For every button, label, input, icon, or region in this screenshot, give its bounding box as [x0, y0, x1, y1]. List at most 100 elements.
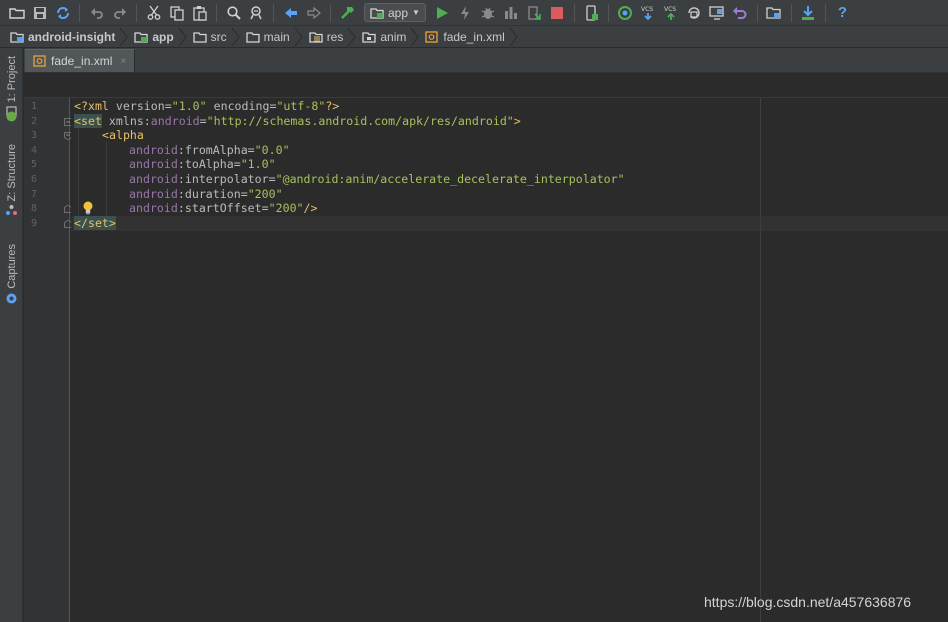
make-project-icon[interactable] [337, 3, 358, 23]
toolbar-separator [330, 3, 331, 22]
code-line-6: android:interpolator="@android:anim/acce… [129, 172, 625, 187]
device-monitor-icon[interactable] [707, 3, 728, 23]
breadcrumb-separator-icon [119, 27, 128, 46]
xml-declaration-close: ?> [325, 99, 340, 113]
xml-namespace: android [129, 172, 178, 186]
folder-icon [193, 31, 207, 43]
replace-icon[interactable] [246, 3, 267, 23]
avd-manager-icon[interactable] [581, 3, 602, 23]
breadcrumb-separator-icon [178, 27, 187, 46]
vcs-update-icon[interactable]: VCS [638, 3, 659, 23]
editor-tab-label: fade_in.xml [51, 54, 113, 68]
xml-value: "@android:anim/accelerate_decelerate_int… [275, 172, 625, 186]
xml-namespace: android [129, 201, 178, 216]
apply-changes-icon[interactable] [455, 3, 476, 23]
stop-icon[interactable] [547, 3, 568, 23]
debug-icon[interactable] [478, 3, 499, 23]
breadcrumb-item-src[interactable]: src [193, 30, 231, 44]
xml-attribute: version= [115, 99, 172, 113]
forward-icon[interactable] [303, 3, 324, 23]
breadcrumb-item-fade-in-xml[interactable]: fade_in.xml [425, 30, 508, 44]
xml-tag-alpha-open: <alpha [102, 128, 144, 143]
xml-self-close: /> [303, 201, 318, 216]
line-number: 5 [30, 159, 37, 171]
code-line-8: android:startOffset="200"/> [129, 201, 318, 216]
xml-namespace: android [129, 157, 178, 172]
copy-icon[interactable] [166, 3, 187, 23]
breadcrumb-label: app [152, 29, 174, 44]
svg-text:VCS: VCS [641, 6, 653, 13]
vcs-history-icon[interactable] [684, 3, 705, 23]
xml-value: "0.0" [254, 142, 290, 157]
editor-tab-fade-in-xml[interactable]: fade_in.xml × [25, 49, 136, 72]
toolbar-separator [607, 3, 609, 22]
save-icon[interactable] [29, 3, 50, 23]
run-icon[interactable] [432, 3, 453, 23]
code-line-7: android:duration="200" [129, 187, 283, 202]
tool-tab-structure[interactable]: Z: Structure [0, 144, 23, 216]
sync-icon[interactable] [52, 3, 73, 23]
xml-equals: = [199, 113, 207, 128]
toolbar-separator [790, 3, 792, 22]
breadcrumb-separator-icon [410, 27, 420, 46]
project-structure-icon[interactable] [764, 3, 785, 23]
code-line-2: <set xmlns:android="http://schemas.andro… [74, 113, 521, 129]
close-icon[interactable]: × [120, 56, 126, 67]
xml-namespace: android [129, 186, 178, 201]
vcs-commit-icon[interactable]: VCS [661, 3, 682, 23]
toolbar-separator [573, 3, 575, 22]
android-droid-icon[interactable] [0, 108, 23, 122]
watermark-url: https://blog.csdn.net/a457636876 [704, 594, 912, 610]
tool-window-strip: 1: Project Z: Structure Captures [0, 48, 23, 622]
breadcrumb-separator-icon [509, 27, 518, 46]
xml-file-icon [425, 30, 439, 43]
toolbar-separator [216, 3, 217, 22]
sync-gradle-icon[interactable] [615, 3, 636, 23]
code-line-1: <?xml version="1.0" encoding="utf-8"?> [74, 99, 339, 114]
help-icon[interactable]: ? [832, 3, 853, 23]
help-glyph: ? [837, 4, 848, 21]
breadcrumb-item-main[interactable]: main [246, 30, 294, 44]
structure-icon [6, 205, 17, 216]
xml-namespace: android [129, 142, 178, 157]
xml-attribute: :fromAlpha= [177, 142, 255, 157]
breadcrumb: android-insight app src main res anim fa… [0, 26, 948, 48]
xml-attribute: xmlns: [101, 113, 151, 128]
tool-tab-captures[interactable]: Captures [0, 244, 23, 304]
undo-icon[interactable] [86, 3, 107, 23]
sdk-manager-icon[interactable] [798, 3, 819, 23]
breadcrumb-item-android-insight[interactable]: android-insight [10, 30, 119, 44]
back-icon[interactable] [280, 3, 301, 23]
open-icon[interactable] [6, 3, 27, 23]
breadcrumb-item-app[interactable]: app [134, 30, 177, 44]
run-configuration-dropdown[interactable]: app ▼ [364, 3, 426, 22]
right-margin-guide [760, 98, 761, 622]
lightbulb-icon[interactable] [82, 201, 94, 215]
breadcrumb-separator-icon [347, 27, 356, 46]
cut-icon[interactable] [143, 3, 164, 23]
redo-icon[interactable] [109, 3, 130, 23]
svg-text:VCS: VCS [664, 6, 676, 13]
breadcrumb-label: main [263, 29, 290, 44]
android-module-icon [370, 7, 384, 19]
toolbar-separator [756, 3, 758, 22]
line-number: 8 [30, 203, 37, 215]
xml-declaration-open: <?xml [74, 99, 116, 113]
profile-icon[interactable] [501, 3, 522, 23]
xml-tag-close-bracket: > [513, 113, 521, 128]
toolbar-separator [79, 3, 80, 22]
resource-folder-icon [309, 31, 323, 43]
find-icon[interactable] [223, 3, 244, 23]
line-number: 7 [30, 188, 37, 200]
tool-tab-label: 1: Project [5, 56, 18, 103]
code-line-5: android:toAlpha="1.0" [129, 157, 276, 172]
breadcrumb-separator-icon [294, 27, 303, 46]
paste-icon[interactable] [189, 3, 210, 23]
attach-debugger-icon[interactable] [524, 3, 545, 23]
revert-icon[interactable] [730, 3, 751, 23]
indent-guide [78, 128, 79, 215]
breadcrumb-item-anim[interactable]: anim [362, 30, 410, 44]
breadcrumb-item-res[interactable]: res [309, 30, 348, 44]
xml-attribute: encoding= [206, 99, 277, 113]
xml-attribute: :startOffset= [177, 201, 269, 216]
